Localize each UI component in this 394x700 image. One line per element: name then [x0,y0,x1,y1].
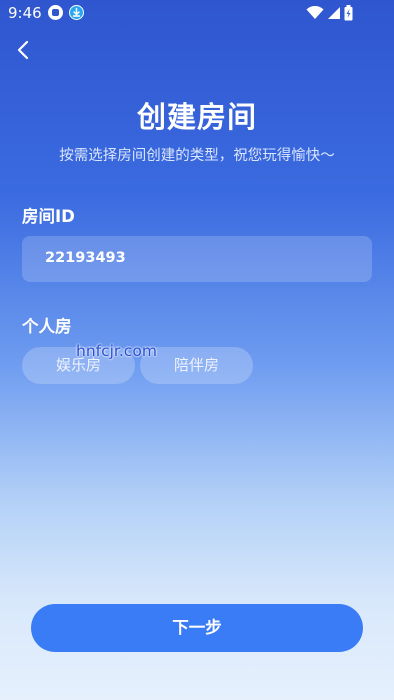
room-type-label: 个人房 [22,317,72,336]
signal-icon [328,7,340,19]
room-id-label: 房间ID [22,207,75,226]
watermark: hnfcjr.com [76,342,157,360]
room-id-value: 22193493 [45,250,126,266]
status-indicators [306,5,366,21]
download-icon [69,5,84,20]
page-title: 创建房间 [136,100,257,134]
wifi-icon [306,6,324,19]
page-subtitle: 按需选择房间创建的类型，祝您玩得愉快～ [59,148,335,164]
app-badge-icon [48,5,63,20]
chevron-left-icon [17,40,29,60]
back-button[interactable] [10,36,38,64]
status-bar: 9:46 [0,0,394,26]
battery-icon [344,5,353,21]
next-step-button[interactable]: 下一步 [31,604,363,652]
status-time: 9:46 [8,4,42,22]
create-room-screen: 9:46 创建房间 按需选择房间创建的类型，祝您玩得愉快～ 房间ID 22193… [0,0,394,700]
room-id-field[interactable]: 22193493 [22,236,372,282]
